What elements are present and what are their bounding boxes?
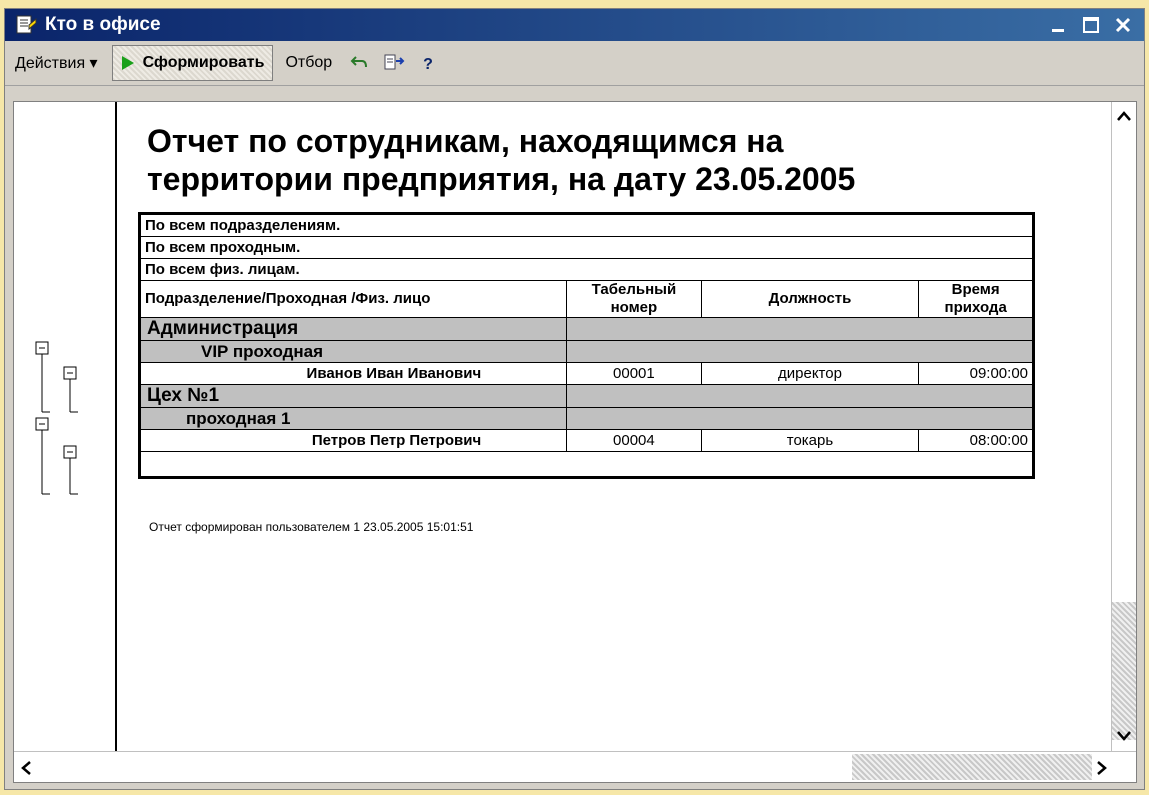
department-row[interactable]: Цех №1 xyxy=(138,384,1034,408)
undo-arrow-icon xyxy=(350,56,368,68)
filter-button[interactable]: Отбор xyxy=(279,46,338,80)
employee-number: 00004 xyxy=(566,429,702,452)
employee-row[interactable]: Петров Петр Петрович 00004 токарь 08:00:… xyxy=(138,429,1034,452)
title-bar: Кто в офисе xyxy=(5,9,1144,41)
report-window: Кто в офисе Действия ▾ Сформировать Отбо… xyxy=(4,8,1145,790)
generate-button-label: Сформировать xyxy=(142,54,265,71)
generate-button[interactable]: Сформировать xyxy=(111,45,274,81)
vertical-scrollbar[interactable] xyxy=(1111,102,1136,752)
employee-number: 00001 xyxy=(566,362,702,385)
gate-name: проходная 1 xyxy=(138,407,568,430)
col-header-number: Табельный номер xyxy=(566,280,702,318)
grouping-tree xyxy=(14,102,117,752)
grouping-tree-lines xyxy=(35,341,78,495)
actions-menu[interactable]: Действия ▾ xyxy=(9,46,104,80)
table-header: Подразделение/Проходная /Физ. лицо Табел… xyxy=(138,280,1034,318)
maximize-icon xyxy=(1083,17,1099,33)
employee-row[interactable]: Иванов Иван Иванович 00001 директор 09:0… xyxy=(138,362,1034,385)
employee-time: 09:00:00 xyxy=(918,362,1034,385)
report-footer: Отчет сформирован пользователем 1 23.05.… xyxy=(149,520,474,534)
minimize-icon xyxy=(1052,29,1064,32)
vertical-scroll-thumb[interactable] xyxy=(1112,602,1136,740)
horizontal-scrollbar[interactable] xyxy=(14,751,1136,782)
filter-line: По всем подразделениям. xyxy=(139,213,1034,237)
export-button[interactable] xyxy=(382,51,406,75)
filter-line: По всем проходным. xyxy=(139,236,1034,259)
maximize-button[interactable] xyxy=(1076,11,1106,39)
report-title-line1: Отчет по сотрудникам, находящимся на xyxy=(147,123,784,159)
scroll-up-icon[interactable] xyxy=(1116,110,1132,122)
col-header-name: Подразделение/Проходная /Физ. лицо xyxy=(138,280,568,318)
col-header-position: Должность xyxy=(700,280,920,318)
toolbar: Действия ▾ Сформировать Отбор ? xyxy=(5,41,1144,86)
gate-row[interactable]: проходная 1 xyxy=(138,407,1034,430)
scroll-left-icon[interactable] xyxy=(20,760,32,776)
employee-name: Иванов Иван Иванович xyxy=(138,362,568,385)
employee-position: директор xyxy=(700,362,920,385)
department-name: Администрация xyxy=(138,317,568,341)
play-icon xyxy=(121,56,134,70)
export-icon xyxy=(384,54,405,70)
report-title: Отчет по сотрудникам, находящимся на тер… xyxy=(147,122,1047,198)
department-name: Цех №1 xyxy=(138,384,568,408)
filter-line: По всем физ. лицам. xyxy=(139,258,1034,281)
report-title-line2: территории предприятия, на дату 23.05.20… xyxy=(147,161,856,197)
col-header-time: Время прихода xyxy=(918,280,1034,318)
table-spacer-row xyxy=(139,451,1034,478)
close-button[interactable] xyxy=(1108,11,1138,39)
gate-row[interactable]: VIP проходная xyxy=(138,340,1034,363)
employee-time: 08:00:00 xyxy=(918,429,1034,452)
help-label: ? xyxy=(423,56,433,73)
report-sheet: Отчет по сотрудникам, находящимся на тер… xyxy=(117,102,1107,752)
document-icon xyxy=(16,15,37,34)
undo-button[interactable] xyxy=(348,51,372,75)
horizontal-scroll-thumb[interactable] xyxy=(852,754,1092,780)
minimize-button[interactable] xyxy=(1044,11,1074,39)
help-icon: ? xyxy=(419,54,438,73)
employee-name: Петров Петр Петрович xyxy=(138,429,568,452)
scroll-down-icon[interactable] xyxy=(1116,730,1132,742)
report-area: Отчет по сотрудникам, находящимся на тер… xyxy=(13,101,1137,783)
scroll-right-icon[interactable] xyxy=(1096,760,1108,776)
department-row[interactable]: Администрация xyxy=(138,317,1034,341)
employee-position: токарь xyxy=(700,429,920,452)
help-button[interactable]: ? xyxy=(416,51,440,75)
window-title: Кто в офисе xyxy=(45,14,161,35)
report-table: По всем подразделениям. По всем проходны… xyxy=(138,212,1035,479)
gate-name: VIP проходная xyxy=(138,340,568,363)
close-icon xyxy=(1115,17,1131,33)
